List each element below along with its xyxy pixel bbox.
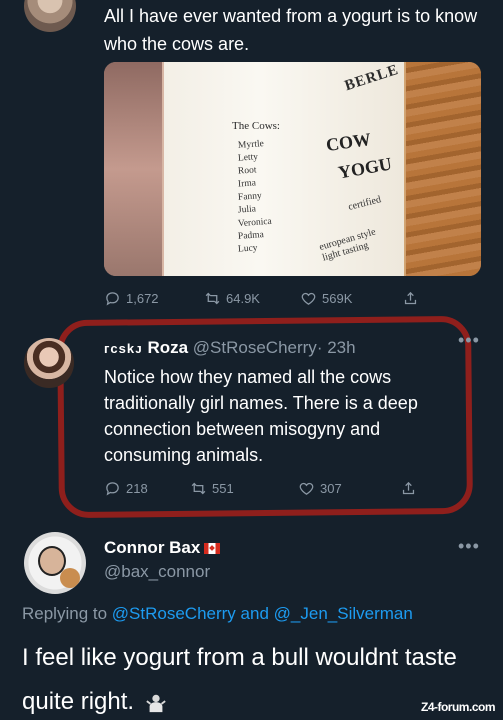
tweet-text: All I have ever wanted from a yogurt is …: [104, 6, 478, 54]
share-icon: [402, 481, 415, 494]
heart-icon: [299, 482, 314, 495]
avatar[interactable]: [24, 338, 74, 388]
retweet-button[interactable]: 64.9K: [204, 290, 260, 307]
reply-count: 1,672: [126, 290, 159, 306]
cows-title: The Cows:: [232, 120, 280, 132]
cow-name: Myrtle: [237, 139, 265, 151]
cow-name: Fanny: [237, 191, 263, 203]
user-tag: ᴦcskᴊ: [104, 341, 143, 356]
tweet2-actions: 218 551 307: [104, 478, 434, 498]
reply-button[interactable]: 1,672: [104, 290, 159, 307]
watermark: Z4-forum.com: [420, 700, 496, 714]
user-handle[interactable]: @StRoseCherry: [193, 338, 317, 357]
cow-name: Irma: [237, 178, 257, 190]
reply-button[interactable]: 218: [104, 480, 148, 497]
tweet-time[interactable]: · 23h: [317, 338, 356, 357]
like-button[interactable]: 307: [298, 480, 342, 497]
retweet-button[interactable]: 551: [190, 480, 234, 497]
shrug-emoji-icon: [146, 694, 166, 712]
retweet-icon: [205, 292, 220, 304]
tweet1-actions: 1,672 64.9K 569K: [104, 288, 484, 308]
reply-count: 218: [126, 480, 148, 496]
user-name[interactable]: Connor Bax: [104, 538, 200, 558]
avatar-dog: [60, 568, 80, 588]
user-handle[interactable]: @bax_connor: [104, 562, 210, 582]
photo-wood: [406, 62, 481, 276]
tweet-photo[interactable]: The Cows: Myrtle Letty Root Irma Fanny J…: [104, 62, 481, 276]
share-button[interactable]: [400, 480, 417, 497]
replying-to: Replying to @StRoseCherry and @_Jen_Silv…: [22, 604, 413, 624]
like-count: 307: [320, 480, 342, 496]
avatar[interactable]: [24, 532, 86, 594]
avatar[interactable]: [24, 0, 76, 32]
mention-link[interactable]: @StRoseCherry: [112, 604, 236, 623]
retweet-count: 64.9K: [226, 290, 260, 306]
replying-and: and: [240, 604, 269, 623]
cow-name: Letty: [237, 152, 259, 164]
canada-flag-icon: [204, 543, 220, 554]
more-options-icon[interactable]: •••: [458, 330, 480, 351]
like-count: 569K: [322, 290, 353, 306]
cow-name: Lucy: [237, 243, 258, 255]
heart-icon: [301, 292, 316, 305]
tweet-header: ᴦcskᴊ Roza @StRoseCherry· 23h: [104, 336, 474, 361]
tweet-text-content: I feel like yogurt from a bull wouldnt t…: [22, 644, 457, 715]
reply-icon: [106, 481, 119, 495]
share-icon: [404, 291, 417, 304]
user-name[interactable]: Roza: [147, 338, 188, 357]
tweet-text: Notice how they named all the cows tradi…: [104, 367, 418, 465]
reply-icon: [106, 291, 119, 305]
like-button[interactable]: 569K: [300, 290, 352, 307]
retweet-icon: [191, 482, 206, 494]
replying-prefix: Replying to: [22, 604, 108, 623]
cow-name: Julia: [237, 204, 257, 216]
more-options-icon[interactable]: •••: [458, 536, 480, 557]
share-button[interactable]: [402, 290, 419, 307]
mention-link[interactable]: @_Jen_Silverman: [274, 604, 413, 623]
photo-background: [104, 62, 162, 276]
cow-name: Root: [237, 165, 257, 177]
retweet-count: 551: [212, 480, 234, 496]
cow-name: Padma: [237, 230, 265, 242]
